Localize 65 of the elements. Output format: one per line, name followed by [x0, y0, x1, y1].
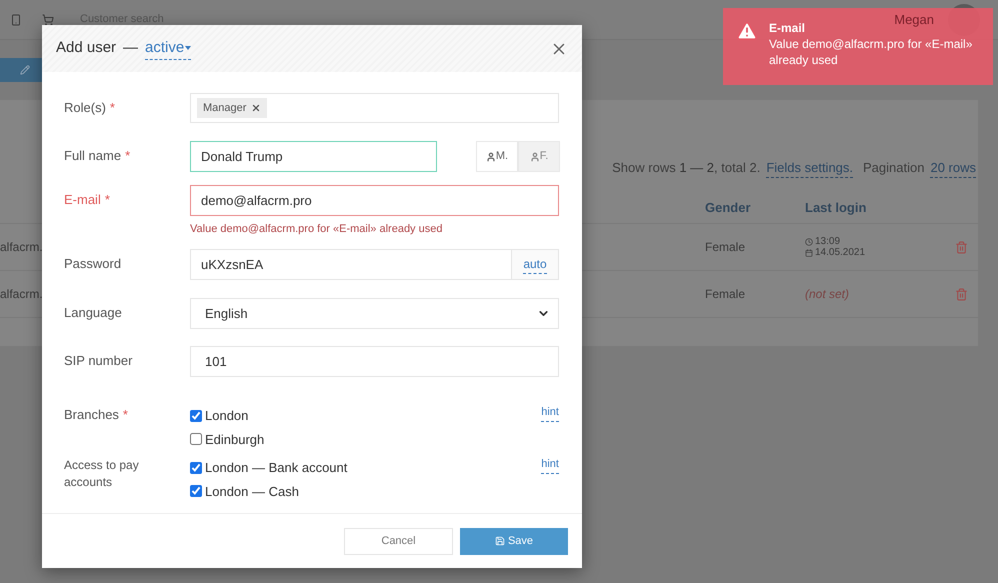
floppy-icon — [494, 536, 505, 546]
edit-button[interactable] — [0, 58, 44, 82]
save-button[interactable]: Save — [460, 528, 568, 554]
required-mark: * — [104, 192, 110, 207]
remove-icon[interactable] — [251, 103, 262, 113]
column-header: Last login — [805, 198, 866, 217]
field-label: Access to pay accounts — [64, 458, 139, 489]
table-cell-text: Female — [705, 239, 746, 256]
toast-title: E-mail — [769, 20, 806, 36]
rows-summary: Show rows 1 — 2, total 2. — [612, 159, 760, 178]
password-field[interactable]: uKXzsnEA — [190, 249, 512, 280]
phone-icon[interactable] — [10, 14, 22, 26]
full-name-field[interactable]: Donald Trump — [190, 141, 437, 172]
fields-settings-link[interactable]: Fields settings. — [766, 158, 854, 178]
gender-button[interactable]: F. — [518, 141, 560, 172]
checkbox-label: London — Bank account — [205, 459, 348, 477]
checkbox-label: London — [205, 407, 248, 425]
cart-icon[interactable] — [42, 14, 54, 26]
clock-icon — [805, 238, 813, 246]
person-icon — [486, 152, 496, 162]
person-icon — [530, 152, 540, 162]
toast-message: Value demo@alfacrm.pro for «E-mail» already used — [769, 36, 974, 68]
login-time: 13:09 — [815, 236, 840, 247]
login-date: 14.05.2021 — [815, 247, 866, 258]
warning-icon — [735, 20, 759, 42]
email-field[interactable]: demo@alfacrm.pro — [190, 185, 559, 216]
cancel-button[interactable]: Cancel — [344, 528, 453, 554]
field-label: SIP number — [64, 353, 132, 368]
sip-field[interactable]: 101 — [190, 346, 559, 377]
required-mark: * — [110, 100, 115, 115]
hint-link[interactable]: hint — [541, 456, 559, 474]
pagination-link[interactable]: 20 rows — [930, 158, 976, 178]
checkbox-label: London — Cash — [205, 482, 299, 500]
title-separator: — — [123, 38, 138, 58]
hint-link[interactable]: hint — [541, 404, 559, 422]
user-name[interactable]: Megan — [894, 10, 934, 30]
pencil-icon — [20, 65, 30, 75]
pagination-label: Pagination — [863, 159, 924, 178]
gender-button[interactable]: M. — [476, 141, 518, 172]
field-label: Password — [64, 256, 122, 271]
caret-icon — [185, 46, 192, 50]
checkbox[interactable] — [190, 462, 202, 474]
table-cell-text: alfacrm. — [0, 286, 44, 303]
checkbox-label: Edinburgh — [205, 430, 264, 449]
role-tag: Manager — [197, 98, 268, 118]
field-label: Role(s) — [64, 100, 106, 115]
calendar-icon — [805, 248, 813, 256]
field-label: Language — [64, 305, 122, 320]
column-header: Gender — [705, 198, 752, 217]
status-dropdown[interactable]: active — [145, 36, 192, 60]
field-label: Full name — [64, 148, 122, 163]
language-select[interactable]: English — [190, 298, 559, 329]
required-mark: * — [125, 148, 130, 163]
error-message: Value demo@alfacrm.pro for «E-mail» already used — [190, 222, 444, 237]
field-label: Branches — [64, 407, 119, 422]
checkbox[interactable] — [190, 410, 202, 422]
checkbox[interactable] — [190, 485, 202, 498]
table-cell-text: (not set) — [805, 286, 850, 303]
checkbox[interactable] — [190, 433, 202, 446]
roles-field[interactable]: Manager — [190, 93, 559, 123]
required-mark: * — [122, 407, 128, 422]
table-cell-text: alfacrm. — [0, 239, 44, 256]
table-cell-text: Female — [705, 286, 746, 303]
field-label: E-mail — [64, 192, 101, 207]
modal-title: Add user — [56, 38, 116, 58]
